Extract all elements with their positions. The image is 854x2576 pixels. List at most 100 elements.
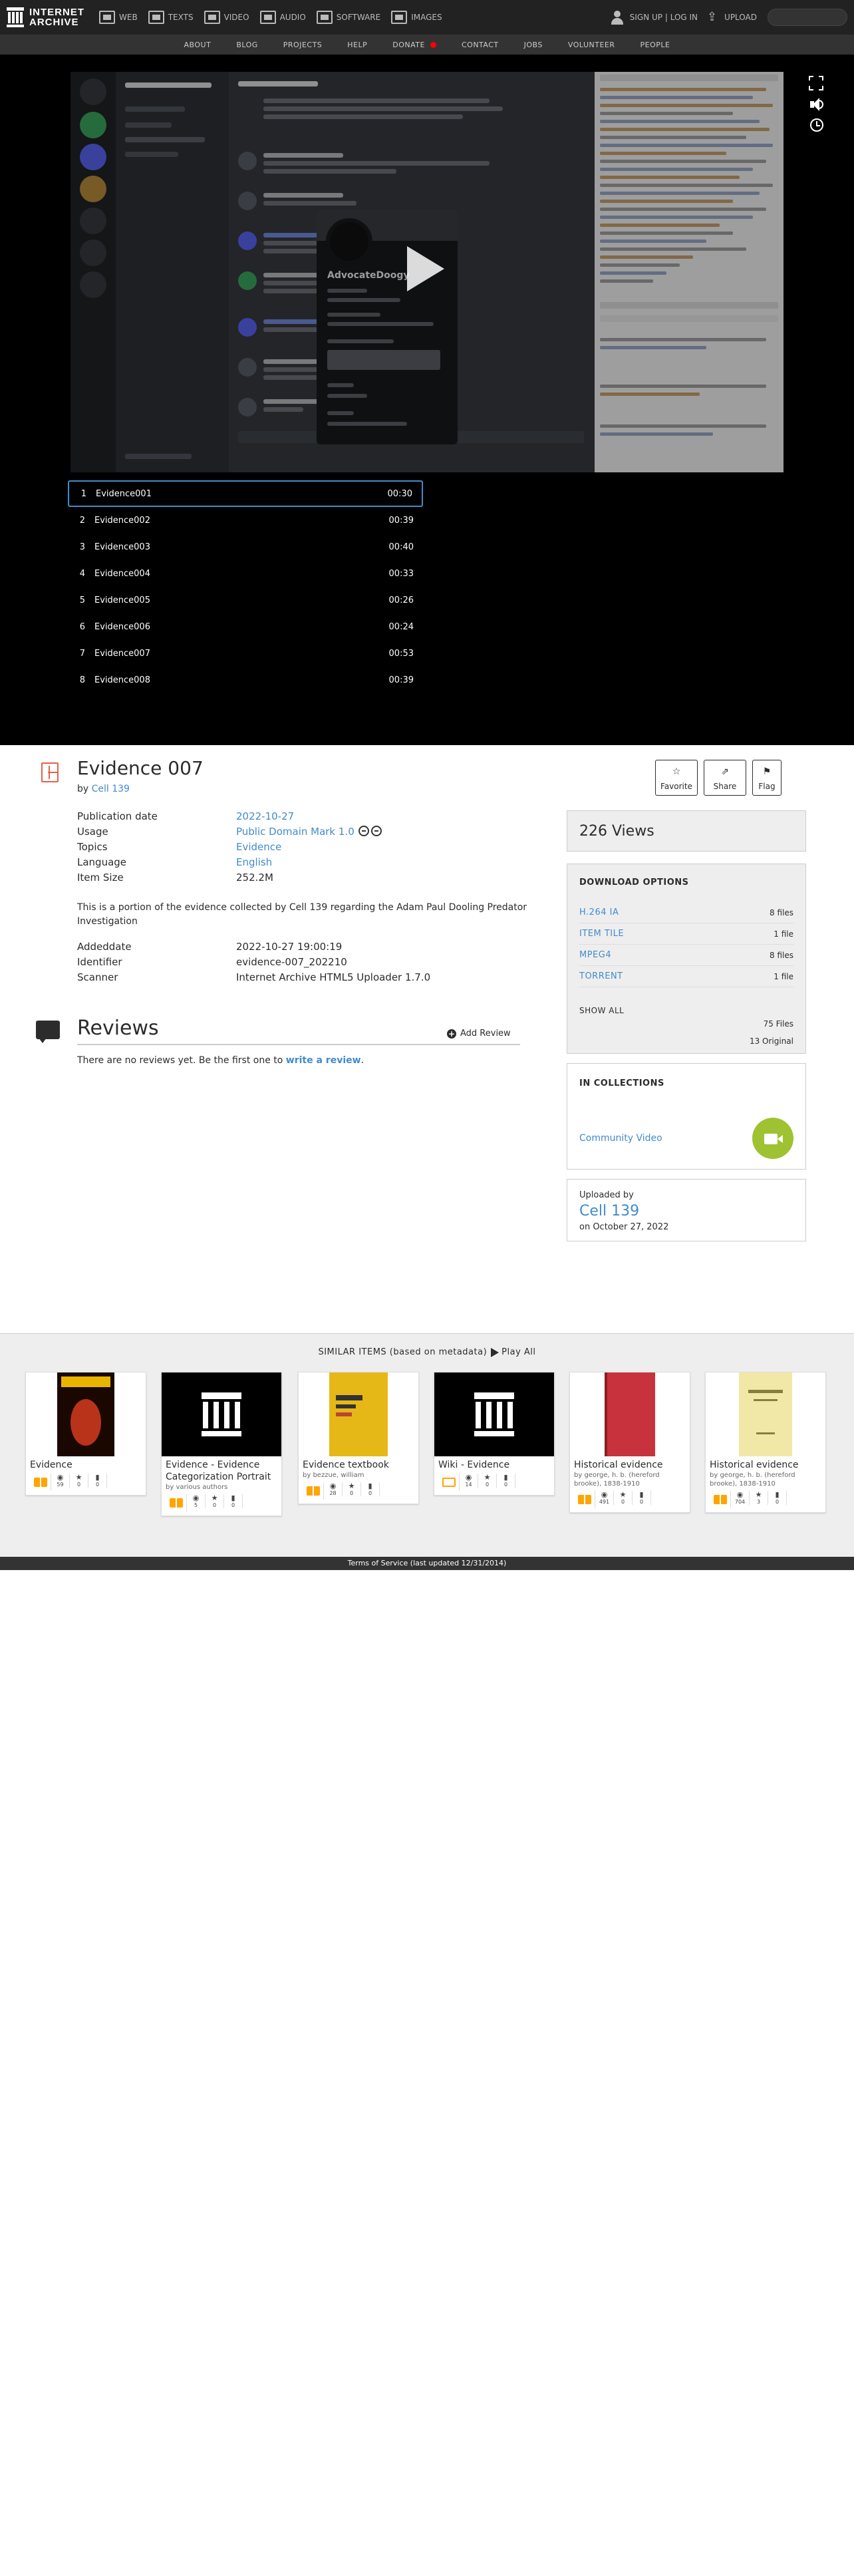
reviews-stat: ▮ 0 [633,1491,651,1505]
playlist-item[interactable]: 1 Evidence001 00:30 [68,480,423,507]
nav-people[interactable]: PEOPLE [640,41,670,49]
similar-item-stats: ◉ 491 ★ 0 ▮ 0 [570,1488,690,1512]
favorite-button[interactable]: ☆ Favorite [655,760,698,796]
video-player[interactable]: AdvocateDoogy [71,72,783,472]
playlist-item-duration: 00:30 [387,488,412,499]
media-tab-label: IMAGES [411,13,442,22]
star-icon: ★ [484,1473,491,1482]
similar-item-title[interactable]: Historical evidence [706,1456,825,1471]
search-input[interactable] [768,9,847,26]
original-files-count: 13 Original [749,1037,793,1046]
nav-volunteer[interactable]: VOLUNTEER [568,41,615,49]
download-format-link[interactable]: TORRENT [579,971,623,981]
byline-prefix: by [77,784,89,794]
download-format-link[interactable]: ITEM TILE [579,929,624,939]
playlist-item-number: 6 [79,621,85,632]
media-tab-texts[interactable]: TEXTS [148,0,194,35]
comment-icon: ▮ [95,1473,100,1482]
volume-icon[interactable] [809,97,823,112]
views-count: 491 [599,1499,610,1505]
clock-icon[interactable] [810,118,823,132]
similar-item-tile[interactable]: Evidence textbook by bezzue, william ◉ 28… [298,1372,419,1504]
metadata-value[interactable]: 2022-10-27 [236,810,294,822]
similar-item-title[interactable]: Historical evidence [570,1456,690,1471]
item-thumbnail[interactable] [434,1372,554,1456]
playlist-item[interactable]: 7 Evidence007 00:53 [68,640,423,667]
flag-button[interactable]: ⚑ Flag [752,760,782,796]
nav-donate[interactable]: DONATE [392,41,436,49]
playlist-item[interactable]: 8 Evidence008 00:39 [68,667,423,693]
media-tab-video[interactable]: VIDEO [204,0,249,35]
book-icon [303,1482,324,1500]
metadata-value[interactable]: Evidence [236,841,281,853]
play-icon[interactable] [407,246,444,291]
similar-item-title[interactable]: Evidence [26,1456,146,1471]
ia-logo[interactable]: INTERNET ARCHIVE [7,7,84,27]
ia-temple-icon [7,7,24,27]
similar-item-title[interactable]: Wiki - Evidence [434,1456,554,1471]
media-tab-software[interactable]: SOFTWARE [316,0,380,35]
item-thumbnail[interactable] [706,1372,825,1456]
media-tab-label: TEXTS [168,13,194,22]
media-tab-audio[interactable]: AUDIO [259,0,306,35]
metadata-value[interactable]: English [236,856,272,868]
item-thumbnail[interactable] [26,1372,146,1456]
similar-item-tile[interactable]: Historical evidence by george, h. b. (he… [705,1372,826,1513]
share-button[interactable]: ⇗ Share [704,760,746,796]
write-review-link[interactable]: write a review [286,1055,361,1066]
playlist-item-title: Evidence001 [96,488,152,499]
nav-blog[interactable]: BLOG [236,41,257,49]
play-all-icon[interactable] [491,1347,499,1357]
reviews-stat: ▮ 0 [361,1482,380,1496]
metadata-key: Scanner [77,971,118,983]
item-thumbnail[interactable] [299,1372,418,1456]
similar-item-title[interactable]: Evidence textbook [299,1456,418,1471]
public-domain-icon [358,826,384,838]
metadata-row-usage: Usage Public Domain Mark 1.0 [77,826,384,838]
nav-about[interactable]: ABOUT [184,41,212,49]
playlist-item[interactable]: 3 Evidence003 00:40 [68,534,423,560]
item-thumbnail[interactable] [162,1372,281,1456]
terms-of-service-link[interactable]: Terms of Service (last updated 12/31/201… [348,1559,507,1567]
media-tab-images[interactable]: IMAGES [391,0,442,35]
metadata-value[interactable]: Public Domain Mark 1.0 [236,826,355,838]
similar-item-stats: ◉ 28 ★ 0 ▮ 0 [299,1480,418,1504]
playlist-item[interactable]: 2 Evidence002 00:39 [68,507,423,534]
fullscreen-icon[interactable] [809,76,823,90]
nav-contact[interactable]: CONTACT [462,41,499,49]
media-tab-web[interactable]: WEB [99,0,138,35]
similar-item-tile[interactable]: Historical evidence by george, h. b. (he… [569,1372,690,1513]
download-format-link[interactable]: MPEG4 [579,950,611,960]
similar-item-title[interactable]: Evidence - Evidence Categorization Portr… [162,1456,281,1483]
signin-link[interactable]: SIGN UP | LOG IN [610,10,698,25]
video-camera-icon[interactable] [752,1118,793,1159]
similar-item-tile[interactable]: Evidence - Evidence Categorization Portr… [161,1372,282,1516]
nav-jobs[interactable]: JOBS [524,41,543,49]
playlist-item[interactable]: 4 Evidence004 00:33 [68,560,423,587]
nav-help[interactable]: HELP [347,41,367,49]
star-icon: ★ [348,1482,355,1490]
similar-items-heading: SIMILAR ITEMS (based on metadata) Play Al… [0,1347,854,1357]
play-all-link[interactable]: Play All [501,1347,535,1357]
texts-icon [148,11,164,24]
item-thumbnail[interactable] [570,1372,690,1456]
uploader-link[interactable]: Cell 139 [579,1203,793,1219]
views-count: 59 [57,1482,64,1488]
nav-projects[interactable]: PROJECTS [283,41,323,49]
media-tab-label: VIDEO [223,13,249,22]
favorites-stat: ★ 0 [206,1494,224,1508]
similar-item-tile[interactable]: Evidence ◉ 59 ★ 0 ▮ 0 [25,1372,146,1496]
collection-link[interactable]: Community Video [579,1133,662,1144]
favorites-count: 0 [212,1502,217,1508]
creator-link[interactable]: Cell 139 [92,784,130,794]
show-all-link[interactable]: SHOW ALL [579,1006,624,1015]
playlist-item[interactable]: 6 Evidence006 00:24 [68,613,423,640]
playlist-item-title: Evidence006 [94,621,150,632]
playlist-item[interactable]: 5 Evidence005 00:26 [68,587,423,613]
download-row: MPEG4 8 files [579,945,793,966]
add-review-button[interactable]: + Add Review [447,1029,511,1039]
upload-link[interactable]: ⇪ UPLOAD [707,11,757,23]
reviews-count: 0 [231,1502,235,1508]
download-format-link[interactable]: H.264 IA [579,907,619,917]
similar-item-tile[interactable]: Wiki - Evidence ◉ 14 ★ 0 ▮ 0 [434,1372,555,1496]
